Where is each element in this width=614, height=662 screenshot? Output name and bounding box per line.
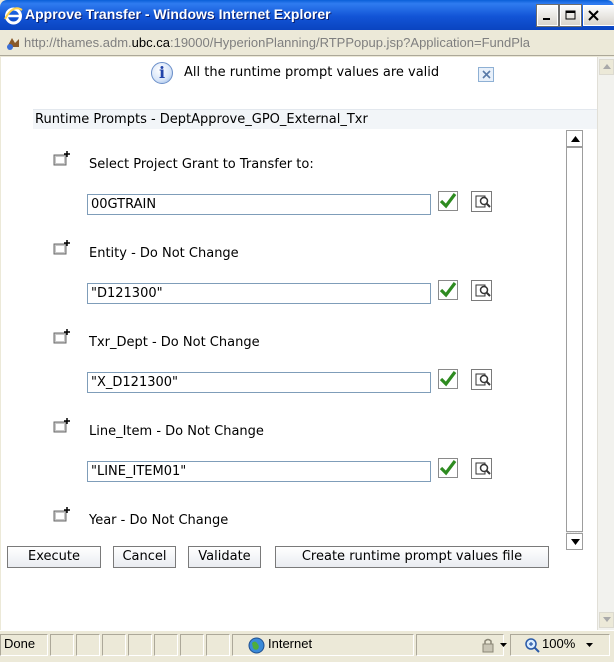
status-panel [180,634,204,656]
member-selector-button[interactable] [471,280,492,301]
member-selection-icon [53,329,70,344]
arrow-down-icon [603,617,611,622]
create-runtime-prompt-file-button[interactable]: Create runtime prompt values file [275,546,549,568]
runtime-prompts-panel[interactable]: Select Project Grant to Transfer to: 00G… [34,130,566,550]
cancel-button[interactable]: Cancel [113,546,176,568]
scroll-up-button[interactable] [566,130,583,147]
prompt-row: Txr_Dept - Do Not Change "X_D121300" [34,326,534,416]
prompt-label: Entity - Do Not Change [89,246,239,261]
minimize-icon [543,18,550,20]
url-suffix: :19000/HyperionPlanning/RTPPopup.jsp?App… [169,35,531,50]
ie-logo-icon [4,7,23,25]
status-panel [76,634,100,656]
scroll-down-button[interactable] [566,533,583,550]
prompt-label: Line_Item - Do Not Change [89,424,264,439]
chevron-down-icon[interactable] [586,643,593,647]
valid-check-icon [438,191,458,211]
prompt-value-input[interactable]: "LINE_ITEM01" [87,461,431,482]
status-panel [50,634,74,656]
close-icon [482,70,491,79]
url-text[interactable]: http://thames.adm.ubc.ca:19000/HyperionP… [24,35,530,50]
member-selection-icon [53,151,70,166]
validation-message: i All the runtime prompt values are vali… [151,62,551,86]
valid-check-icon [438,458,458,478]
validate-button[interactable]: Validate [188,546,261,568]
page-scrollbar[interactable] [597,57,614,630]
member-selection-icon [53,240,70,255]
title-bar[interactable]: Approve Transfer - Windows Internet Expl… [0,0,614,30]
page-content: i All the runtime prompt values are vali… [1,57,597,630]
execute-button[interactable]: Execute [7,546,101,568]
url-domain: ubc.ca [131,35,170,50]
status-panel [206,634,230,656]
valid-check-icon [438,369,458,389]
status-panel [102,634,126,656]
zoom-level-text: 100% [542,636,576,651]
prompt-value-input[interactable]: 00GTRAIN [87,194,431,215]
arrow-up-icon [571,136,580,142]
close-button[interactable] [583,5,614,26]
status-bar: Done Internet 100% [0,630,614,662]
prompt-row: Entity - Do Not Change "D121300" [34,237,534,327]
chevron-down-icon[interactable] [500,643,507,647]
scroll-thumb[interactable] [566,147,583,532]
prompt-row: Select Project Grant to Transfer to: 00G… [34,148,534,238]
prompt-label: Select Project Grant to Transfer to: [89,157,314,172]
member-selection-icon [53,418,70,433]
prompts-scrollbar[interactable] [566,130,583,550]
runtime-prompts-header: Runtime Prompts - DeptApprove_GPO_Extern… [33,109,597,129]
valid-check-icon [438,280,458,300]
member-selector-button[interactable] [471,369,492,390]
member-selector-icon [475,462,491,475]
minimize-button[interactable] [536,4,559,27]
maximize-icon [565,10,576,20]
close-icon [588,10,599,21]
member-selector-icon [475,373,491,386]
maximize-button[interactable] [559,4,582,27]
page-icon [7,38,19,50]
status-panel [154,634,178,656]
page-scroll-up-button[interactable] [599,59,614,75]
prompt-label: Txr_Dept - Do Not Change [89,335,260,350]
lock-icon [482,638,494,653]
page-scroll-down-button[interactable] [599,612,614,628]
member-selector-button[interactable] [471,191,492,212]
url-prefix: http://thames.adm. [24,35,132,50]
member-selector-icon [475,195,491,208]
status-panel [128,634,152,656]
window-title: Approve Transfer - Windows Internet Expl… [25,6,331,22]
status-text: Done [4,636,36,651]
security-zone-text: Internet [268,636,313,651]
zoom-icon [525,638,540,653]
dismiss-message-button[interactable] [478,67,494,82]
prompt-label: Year - Do Not Change [89,513,229,528]
validation-text: All the runtime prompt values are valid [184,65,440,80]
prompt-value-input[interactable]: "D121300" [87,283,431,304]
globe-icon [248,637,265,654]
prompt-row: Line_Item - Do Not Change "LINE_ITEM01" [34,415,534,505]
arrow-up-icon [603,64,611,69]
member-selector-icon [475,284,491,297]
prompt-value-input[interactable]: "X_D121300" [87,372,431,393]
arrow-down-icon [571,539,580,545]
address-bar[interactable]: http://thames.adm.ubc.ca:19000/HyperionP… [0,30,614,56]
member-selection-icon [53,507,70,522]
info-icon: i [151,62,173,84]
prompt-row: Year - Do Not Change [34,504,534,550]
member-selector-button[interactable] [471,458,492,479]
